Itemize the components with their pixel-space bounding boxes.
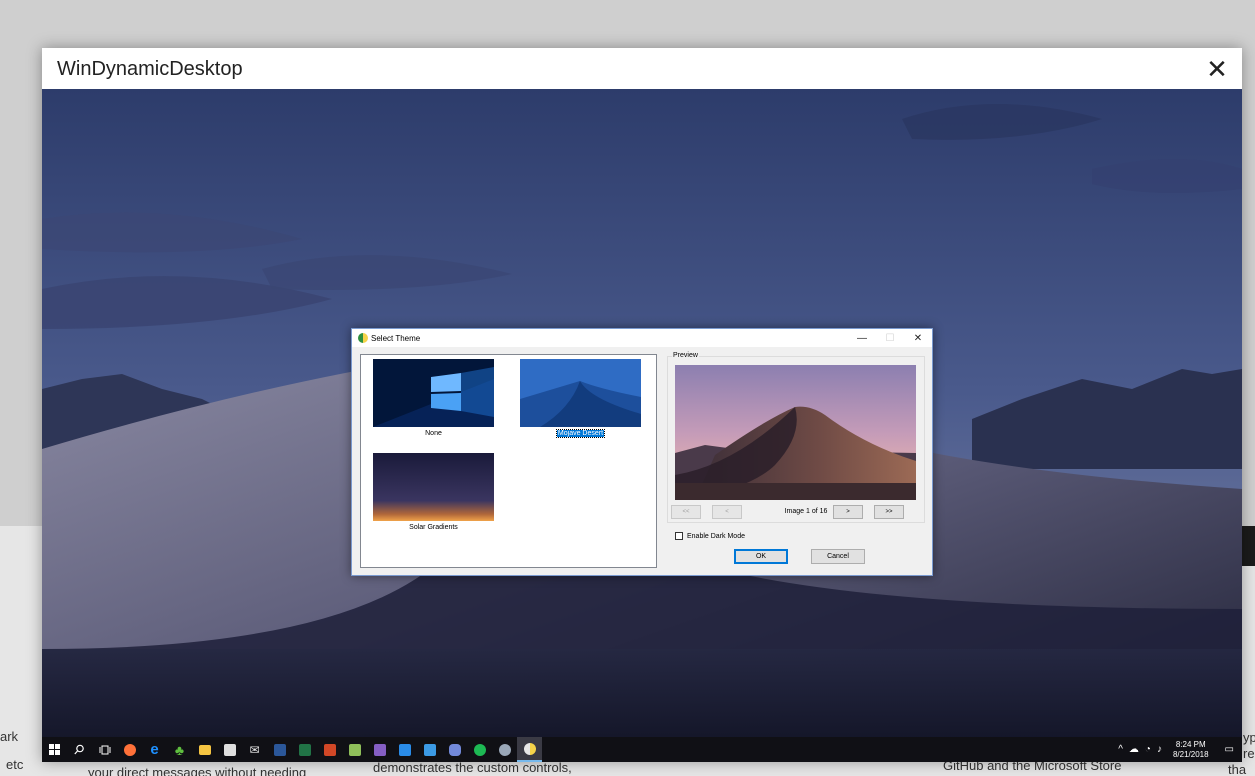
excel-icon[interactable]	[292, 737, 317, 762]
visual-studio-icon[interactable]	[367, 737, 392, 762]
viewer-titlebar: WinDynamicDesktop ✕	[42, 48, 1242, 89]
theme-label: Solar Gradients	[409, 524, 458, 531]
theme-item-none[interactable]: None	[373, 359, 494, 437]
wifi-icon[interactable]: ◔	[1142, 744, 1154, 755]
file-explorer-icon[interactable]	[192, 737, 217, 762]
theme-thumbnail	[373, 359, 494, 427]
background-text: your direct messages without needing	[88, 765, 307, 776]
spotify-icon[interactable]	[467, 737, 492, 762]
powerpoint-icon[interactable]	[317, 737, 342, 762]
clock-time: 8:24 PM	[1175, 739, 1206, 749]
dark-mode-label: Enable Dark Mode	[687, 532, 745, 540]
chevron-up-icon[interactable]: ^	[1115, 744, 1126, 755]
background-text: tha	[1228, 762, 1247, 776]
background-text: re	[1243, 746, 1255, 761]
theme-label: None	[425, 430, 442, 437]
viewer-close-button[interactable]: ✕	[1200, 52, 1234, 86]
select-theme-dialog: Select Theme — ☐ ✕ None Mojave Desert So…	[351, 328, 933, 576]
background-panel	[1242, 526, 1255, 566]
dialog-close-button[interactable]: ✕	[904, 331, 932, 345]
dialog-title: Select Theme	[371, 334, 421, 343]
next-image-button[interactable]: >	[833, 505, 863, 519]
cloud-icon[interactable]: ☁	[1126, 744, 1142, 755]
store-icon[interactable]	[217, 737, 242, 762]
ok-button[interactable]: OK	[734, 549, 788, 564]
preview-image	[675, 365, 916, 500]
clock[interactable]: 8:24 PM 8/21/2018	[1165, 740, 1217, 760]
discord-icon[interactable]	[442, 737, 467, 762]
cancel-button[interactable]: Cancel	[811, 549, 865, 564]
search-icon[interactable]	[67, 737, 92, 762]
start-icon[interactable]	[42, 737, 67, 762]
maximize-button[interactable]: ☐	[876, 331, 904, 345]
clock-date: 8/21/2018	[1172, 749, 1209, 759]
background-text: etc	[6, 757, 24, 772]
theme-label: Mojave Desert	[555, 429, 606, 438]
theme-thumbnail	[373, 453, 494, 521]
volume-icon[interactable]: ♪	[1154, 744, 1165, 755]
viewer-title: WinDynamicDesktop	[57, 58, 243, 80]
word-icon[interactable]	[267, 737, 292, 762]
preview-group: Preview << < Image 1 of 16 > >>	[667, 352, 925, 523]
taskbar: e ♣ ✉ ^ ☁ ◔ ♪ 8:24 PM 8/21/2018 ▭	[42, 737, 1242, 762]
previous-image-button[interactable]: <	[712, 505, 742, 519]
app-icon	[358, 333, 368, 343]
theme-item-solar-gradients[interactable]: Solar Gradients	[373, 453, 494, 531]
minimize-button[interactable]: —	[848, 331, 876, 345]
first-image-button[interactable]: <<	[671, 505, 701, 519]
theme-list[interactable]: None Mojave Desert Solar Gradients	[360, 354, 657, 568]
background-text: yp	[1243, 730, 1255, 745]
task-view-icon[interactable]	[92, 737, 117, 762]
clover-icon[interactable]: ♣	[167, 737, 192, 762]
vc-icon[interactable]	[417, 737, 442, 762]
dark-mode-checkbox[interactable]	[675, 532, 683, 540]
mail-icon[interactable]: ✉	[242, 737, 267, 762]
background-text: demonstrates the custom controls,	[373, 760, 572, 775]
firefox-icon[interactable]	[117, 737, 142, 762]
steam-icon[interactable]	[492, 737, 517, 762]
notification-icon[interactable]: ▭	[1217, 744, 1242, 755]
theme-item-mojave-desert[interactable]: Mojave Desert	[520, 359, 641, 438]
preview-caption: Preview	[672, 352, 699, 359]
image-viewer: WinDynamicDesktop ✕ e ♣ ✉ ^ ☁ ◔ ♪ 8:24 P…	[42, 48, 1242, 762]
windynamicdesktop-icon[interactable]	[517, 737, 542, 762]
background-text: ark	[0, 729, 19, 744]
vscode-icon[interactable]	[392, 737, 417, 762]
edge-icon[interactable]: e	[142, 737, 167, 762]
notepad-plus-icon[interactable]	[342, 737, 367, 762]
last-image-button[interactable]: >>	[874, 505, 904, 519]
system-tray: ^ ☁ ◔ ♪ 8:24 PM 8/21/2018 ▭	[1115, 737, 1242, 762]
dialog-titlebar: Select Theme — ☐ ✕	[352, 329, 932, 347]
desktop-screenshot: e ♣ ✉ ^ ☁ ◔ ♪ 8:24 PM 8/21/2018 ▭ Select…	[42, 89, 1242, 762]
theme-thumbnail	[520, 359, 641, 427]
dark-mode-option[interactable]: Enable Dark Mode	[675, 532, 745, 540]
